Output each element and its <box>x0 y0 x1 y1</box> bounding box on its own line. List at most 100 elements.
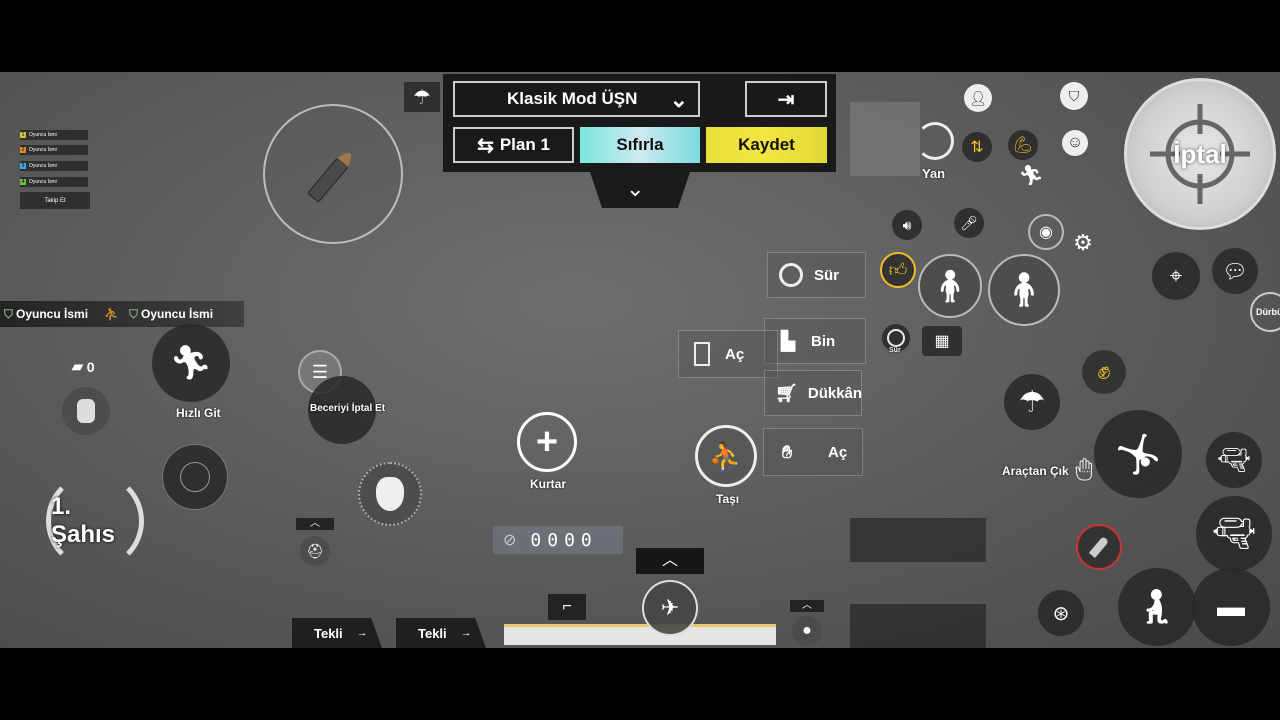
revive-button[interactable]: + <box>517 412 577 472</box>
movement-joystick[interactable] <box>162 444 228 510</box>
arrow-icon: → <box>356 627 368 639</box>
weapon-ammo-button[interactable] <box>263 104 403 244</box>
team-member: 4 Oyuncu İsmi <box>20 177 88 187</box>
person-icon: 👤︎ <box>969 89 987 106</box>
reset-button[interactable]: Sıfırla <box>580 127 700 163</box>
sprint-icon: 🏃︎ <box>169 344 213 382</box>
swap-icon: ⇆ <box>477 134 494 157</box>
jump-icon: 🤸︎ <box>1112 432 1164 477</box>
steering-wheel-icon <box>778 262 804 288</box>
follow-button[interactable]: Takip Et <box>20 192 90 209</box>
parachute-icon: ☂ <box>1018 385 1046 419</box>
steering-wheel-icon <box>887 329 905 347</box>
parachute-icon[interactable]: ☂ <box>404 82 440 112</box>
shop-cart-icon: 🛒︎ <box>775 382 798 403</box>
reload-button[interactable] <box>1076 524 1122 570</box>
location-pin-icon[interactable]: ⌖ <box>1152 252 1200 300</box>
eye-icon[interactable]: ◉ <box>1028 214 1064 250</box>
mask-icon <box>376 477 404 511</box>
exit-vehicle-button[interactable]: ☂ <box>1004 374 1060 430</box>
prone-button[interactable]: ▬ <box>1192 568 1270 646</box>
backpack-icon <box>77 399 95 423</box>
chevron-up-icon[interactable]: ︿ <box>790 600 824 612</box>
shield-icon[interactable]: ⛉ <box>1060 82 1088 110</box>
revive-label: Kurtar <box>530 477 567 491</box>
team-member: 1 Oyuncu İsmi <box>20 130 88 140</box>
thumbs-up-icon[interactable]: 👍︎ <box>880 252 916 288</box>
emote-button[interactable] <box>358 462 422 526</box>
fire-mode-2[interactable]: Tekli → <box>396 618 486 648</box>
cancel-crosshair-button[interactable]: İptal <box>1124 78 1276 230</box>
exit-button[interactable]: ⇥ <box>745 81 827 117</box>
dark-panel <box>850 604 986 648</box>
pistol-slot[interactable]: ⌐ <box>548 594 586 620</box>
cancel-skill-label: Beceriyi İptal Et <box>310 403 386 414</box>
killfeed: ⛉ Oyuncu İsmi ⛹ ⛉ Oyuncu İsmi <box>0 301 244 327</box>
plus-icon: + <box>535 420 559 463</box>
prone-icon: ▬ <box>1217 591 1245 622</box>
backpack-button[interactable] <box>62 387 110 435</box>
grenade-icon: ✈ <box>660 595 680 620</box>
shield-icon: ⛉ <box>129 306 139 321</box>
chat-icon[interactable]: 💬︎ <box>1212 248 1258 294</box>
hand-icon: ✋︎ <box>781 441 793 462</box>
side-toggle-button[interactable] <box>916 122 954 160</box>
crate-icon[interactable]: ▦ <box>922 326 962 356</box>
knockdown-icon: ⛹ <box>104 307 119 321</box>
crouch-button[interactable]: 🧎︎ <box>1118 568 1196 646</box>
lean-left-button[interactable]: 🧍︎ <box>918 254 982 318</box>
open-other-button[interactable]: ✋︎ Aç <box>763 428 863 476</box>
carry-icon: ⛹ <box>708 440 744 472</box>
pistol-icon: ⌐ <box>562 598 572 615</box>
team-member: 2 Oyuncu İsmi <box>20 145 88 155</box>
punch-button[interactable]: ✊︎ <box>1082 350 1126 394</box>
jump-button[interactable]: 🤸︎ <box>1094 410 1182 498</box>
add-teammate-button[interactable]: 👤︎ <box>964 84 992 112</box>
bullet-icon <box>308 152 352 202</box>
arrow-icon: → <box>460 627 472 639</box>
helmet-icon: ⛑ <box>306 542 324 559</box>
microphone-icon[interactable]: 🎤︎ <box>954 208 984 238</box>
perspective-toggle[interactable]: 1. Şahıs <box>46 472 144 570</box>
switch-seat-button[interactable]: ⇅ <box>962 132 992 162</box>
lean-right-button[interactable]: 🧍︎ <box>988 254 1060 326</box>
board-button[interactable]: ▙ Bin <box>764 318 866 364</box>
speaker-icon[interactable]: 🔊︎ <box>892 210 922 240</box>
grenade-icon[interactable]: ● <box>792 616 822 646</box>
save-button[interactable]: Kaydet <box>706 127 827 163</box>
carry-button[interactable]: ⛹ <box>695 425 757 487</box>
lean-right-icon: 🧍︎ <box>1002 271 1046 309</box>
gear-icon[interactable]: ⚙ <box>1070 230 1096 256</box>
chevron-up-icon[interactable]: ︿ <box>636 548 704 574</box>
fire-mode-1[interactable]: Tekli → <box>292 618 382 648</box>
peek-fire-button[interactable]: 🔫︎ <box>1206 432 1262 488</box>
throwable-slot[interactable]: ✈ <box>642 580 698 636</box>
weapon-bar <box>504 624 776 645</box>
ammo-counter: ⊘ 0000 <box>493 526 623 554</box>
drive-button[interactable]: Sür <box>767 252 866 298</box>
plan-button[interactable]: ⇆ Plan 1 <box>453 127 574 163</box>
strength-button[interactable]: 💪︎ <box>1008 130 1038 160</box>
lean-left-icon: 🧍︎ <box>929 268 971 304</box>
open-door-button[interactable]: Aç <box>678 330 778 378</box>
shield-icon: ⛉ <box>4 306 14 321</box>
side-label: Yan <box>922 166 946 181</box>
bullet-icon <box>1088 536 1110 558</box>
chevron-up-icon[interactable]: ︿ <box>296 518 334 530</box>
crouch-icon: 🧎︎ <box>1135 588 1179 626</box>
no-ammo-icon: ⊘ <box>503 532 517 549</box>
team-member: 3 Oyuncu İsmi <box>20 161 88 171</box>
run-icon[interactable]: 🏃︎ <box>1016 160 1046 190</box>
joystick-knob <box>180 462 210 492</box>
minimap-placeholder <box>850 102 920 176</box>
sprint-button[interactable]: 🏃︎ <box>152 324 230 402</box>
aim-fire-button[interactable]: 🔫︎ <box>1196 496 1272 572</box>
grenade-switch-button[interactable]: ⊛ <box>1038 590 1084 636</box>
chevron-down-icon[interactable]: ⌄ <box>626 176 644 202</box>
scope-button[interactable]: Dürbü <box>1250 292 1280 332</box>
shop-button[interactable]: 🛒︎ Dükkân <box>764 370 862 416</box>
smiley-icon[interactable]: ☺ <box>1062 130 1088 156</box>
mode-select[interactable]: Klasik Mod ÜŞN ⌄ <box>453 81 700 117</box>
chevron-down-icon: ⌄ <box>669 87 688 112</box>
helmet-button[interactable]: ⛑ <box>300 536 330 566</box>
